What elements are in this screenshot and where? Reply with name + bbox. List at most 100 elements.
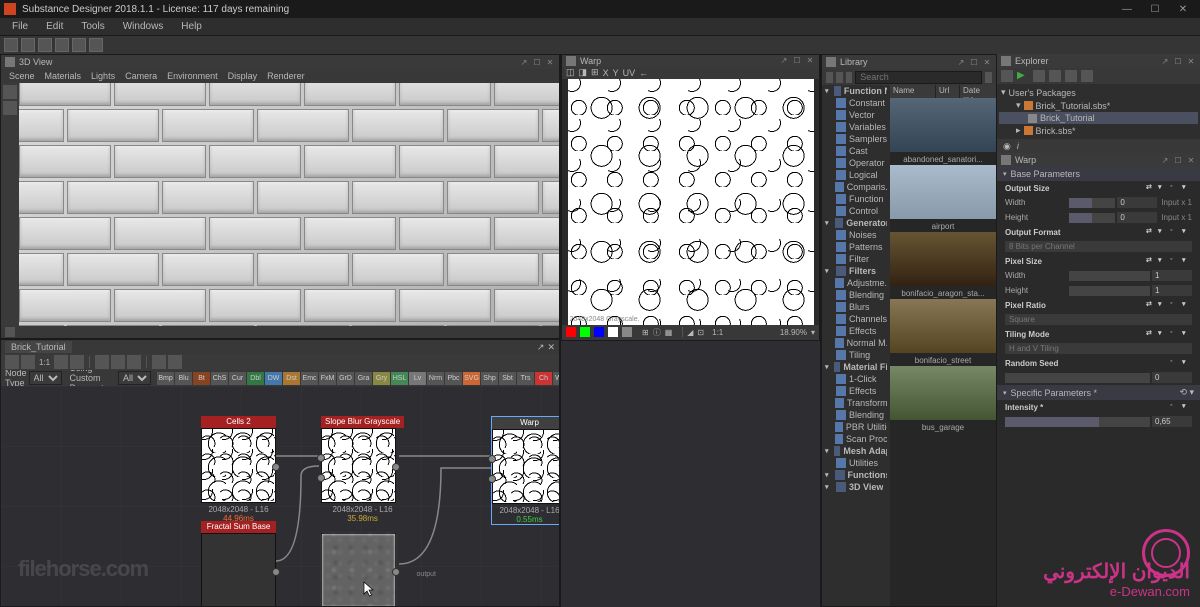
lib-cat-item[interactable]: ▾3D View [822, 481, 890, 493]
input-port[interactable] [488, 455, 496, 463]
x-icon[interactable]: X [603, 68, 609, 78]
ruler-icon[interactable]: ◢ [687, 328, 693, 337]
node-filter-dbl[interactable]: Dbl [247, 372, 264, 385]
lib-cat-item[interactable]: Channels [822, 313, 890, 325]
node-filter-fxm[interactable]: FxM [319, 372, 336, 385]
node-filter-trs[interactable]: Trs [517, 372, 534, 385]
seed-slider[interactable] [1005, 373, 1150, 383]
tb-display[interactable]: Display [224, 71, 262, 81]
tb-renderer[interactable]: Renderer [263, 71, 309, 81]
node-filter-gry[interactable]: Gry [373, 372, 390, 385]
lib-cat-item[interactable]: Control [822, 205, 890, 217]
panel-undock-icon[interactable]: ↗ [1160, 155, 1170, 165]
node-filter-svg[interactable]: SVG [463, 372, 480, 385]
exp-collapse-icon[interactable] [1001, 70, 1013, 82]
save-icon[interactable] [38, 38, 52, 52]
lib-cat-item[interactable]: Vector [822, 109, 890, 121]
section-base-parameters[interactable]: ▾Base Parameters [997, 167, 1200, 181]
panel-close-icon[interactable]: ✕ [545, 57, 555, 67]
lib-cat-item[interactable]: Blending [822, 289, 890, 301]
node-filter-hsl[interactable]: HSL [391, 372, 408, 385]
tree-root[interactable]: ▾User's Packages [999, 86, 1198, 99]
lib-cat-item[interactable]: Adjustme... [822, 277, 890, 289]
menu-edit[interactable]: Edit [38, 19, 71, 34]
menu-file[interactable]: File [4, 19, 36, 34]
node-noise[interactable]: output 2048x2048 - L16 [321, 521, 396, 606]
lib-thumb[interactable] [890, 232, 996, 286]
input-port[interactable] [317, 454, 325, 462]
lib-thumb[interactable] [890, 165, 996, 219]
lib-cat-item[interactable]: Effects [822, 325, 890, 337]
node-filter-pbc[interactable]: Pbc [445, 372, 462, 385]
crop-icon[interactable]: ⊡ [697, 328, 704, 337]
lib-cat-item[interactable]: Comparis... [822, 181, 890, 193]
node-filter-bmp[interactable]: Bmp [157, 372, 174, 385]
panel-close-icon[interactable]: ✕ [1186, 155, 1196, 165]
lib-cat-item[interactable]: Constant [822, 97, 890, 109]
library-thumbnails[interactable]: Name Url Date mo abandoned_sanatori...ai… [890, 85, 996, 606]
refresh-icon[interactable] [89, 38, 103, 52]
px-label[interactable]: 1:1 [712, 328, 723, 337]
lib-thumb[interactable] [890, 98, 996, 152]
node-warp[interactable]: Warp 2048x2048 - L16 0.55ms [491, 416, 559, 525]
grid3-icon[interactable]: ⊞ [591, 67, 599, 78]
exp-icon6[interactable] [1081, 70, 1093, 82]
lib-cat-item[interactable]: 1-Click [822, 373, 890, 385]
lib-cat-item[interactable]: Utilities [822, 457, 890, 469]
panel-maximize-icon[interactable]: ☐ [532, 57, 542, 67]
rotate-tool-icon[interactable] [3, 85, 17, 99]
graph-undock-icon[interactable]: ↗ [537, 342, 545, 353]
pw-slider[interactable] [1069, 271, 1150, 281]
lib-cat-item[interactable]: Patterns [822, 241, 890, 253]
new-icon[interactable] [4, 38, 18, 52]
zoom-dropdown-icon[interactable]: ▾ [811, 328, 815, 337]
info-icon[interactable]: ⓘ [653, 327, 661, 338]
tb-materials[interactable]: Materials [41, 71, 86, 81]
exp-icon4[interactable] [1049, 70, 1061, 82]
panel-maximize-icon[interactable]: ☐ [969, 57, 979, 67]
node-filter-lv[interactable]: Lv [409, 372, 426, 385]
lib-cat-item[interactable]: ▾Filters [822, 265, 890, 277]
panel-close-icon[interactable]: ✕ [805, 56, 815, 66]
viewport-2d[interactable]: 2048x2048 Grayscale. [562, 79, 819, 325]
tb-environment[interactable]: Environment [163, 71, 222, 81]
y-icon[interactable]: Y [613, 68, 619, 78]
exp-play-icon[interactable]: ▶ [1017, 70, 1029, 82]
viewport-3d[interactable] [19, 83, 559, 326]
tree-item[interactable]: ▾Brick_Tutorial.sbs* [999, 99, 1198, 112]
lib-cat-item[interactable]: ▾Functions [822, 469, 890, 481]
node-cells2[interactable]: Cells 2 2048x2048 - L16 44.96ms [201, 416, 276, 523]
node-slope-blur[interactable]: Slope Blur Grayscale 2048x2048 - L16 35.… [321, 416, 404, 523]
width-slider[interactable] [1069, 198, 1115, 208]
node-filter-blu[interactable]: Blu [175, 372, 192, 385]
panel-undock-icon[interactable]: ↗ [779, 56, 789, 66]
width-input[interactable] [1117, 197, 1157, 208]
maximize-button[interactable]: ☐ [1142, 1, 1168, 17]
panel-maximize-icon[interactable]: ☐ [1173, 155, 1183, 165]
lib-search-go-icon[interactable] [985, 72, 992, 83]
graph-canvas[interactable]: Cells 2 2048x2048 - L16 44.96ms Fractal … [1, 386, 559, 606]
panel-maximize-icon[interactable]: ☐ [1173, 56, 1183, 66]
output-port[interactable] [392, 463, 400, 471]
lib-cat-item[interactable]: Effects [822, 385, 890, 397]
histogram-icon[interactable]: ▦ [665, 328, 673, 337]
lib-cat-item[interactable]: Function [822, 193, 890, 205]
node-filter-ch[interactable]: Ch [535, 372, 552, 385]
export-icon[interactable] [72, 38, 86, 52]
graph-close-icon[interactable]: ✕ [547, 342, 555, 353]
lib-thumb[interactable] [890, 366, 996, 420]
height-slider[interactable] [1069, 213, 1115, 223]
node-filter-sbt[interactable]: Sbt [499, 372, 516, 385]
node-filter-dw[interactable]: DW [265, 372, 282, 385]
tb-scene[interactable]: Scene [5, 71, 39, 81]
panel-maximize-icon[interactable]: ☐ [792, 56, 802, 66]
uv-icon[interactable]: UV [623, 68, 636, 78]
tiling-select[interactable]: H and V Tiling [1005, 343, 1192, 354]
library-category-tree[interactable]: ▾Function No...ConstantVectorVariablesSa… [822, 85, 890, 606]
lib-cat-item[interactable]: Normal M... [822, 337, 890, 349]
color-g[interactable] [580, 327, 590, 337]
exp-icon5[interactable] [1065, 70, 1077, 82]
graph-tool-3-icon[interactable] [54, 355, 68, 369]
lib-cat-item[interactable]: Logical [822, 169, 890, 181]
output-format-select[interactable]: 8 Bits per Channel [1005, 241, 1192, 252]
